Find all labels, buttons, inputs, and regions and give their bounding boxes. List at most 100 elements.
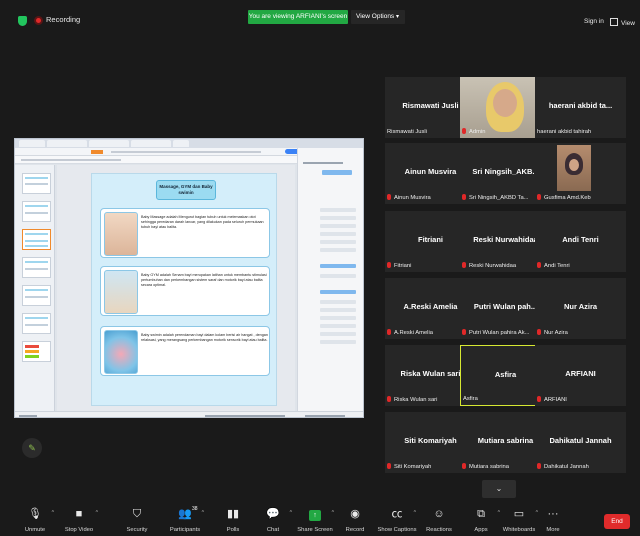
gallery-next-page-button[interactable]: ⌄ (482, 480, 516, 498)
panel-control (320, 332, 356, 336)
microphone-muted-icon (387, 396, 391, 402)
panel-control (320, 216, 356, 220)
ppt-slide-canvas: Massage, GYM dan Baby swimin Baby Massag… (57, 165, 295, 411)
floating-pencil-icon[interactable]: ✎ (22, 438, 42, 458)
slide-card-text: Baby GYM adalah Senam bayi merupakan lat… (141, 273, 267, 288)
panel-control (320, 308, 356, 312)
security-button[interactable]: ⛉ Security (114, 502, 160, 536)
microphone-muted-icon (537, 329, 541, 335)
slide-thumbnail (22, 173, 51, 194)
chevron-down-icon: ▾ (395, 14, 399, 20)
slide-thumbnail (22, 257, 51, 278)
microphone-muted-icon (462, 128, 466, 134)
slide-card-baby-gym: Baby GYM adalah Senam bayi merupakan lat… (100, 266, 270, 316)
participant-footer: Dahikatul Jannah (537, 463, 624, 470)
participant-tile-video[interactable]: Gusfima Amd.Keb (535, 143, 626, 204)
participant-footer: haerani akbid tahirah (537, 129, 592, 135)
ppt-tab (47, 140, 87, 147)
participant-name: Andi Tenri (562, 235, 599, 244)
stop-video-button[interactable]: ■ ^ Stop Video (56, 502, 102, 536)
panel-fill-swatch (322, 170, 352, 175)
ppt-slide-thumbnails (15, 165, 55, 411)
captions-icon: ㏄ (391, 508, 403, 520)
person-face (569, 159, 579, 171)
baby-massage-image (104, 212, 138, 256)
person-face (493, 89, 517, 117)
view-button[interactable]: View (610, 18, 635, 27)
participant-tile[interactable]: Andi Tenri Andi Tenri (535, 211, 626, 272)
recording-label[interactable]: Recording (46, 15, 80, 24)
apps-icon: ⧉ (477, 508, 485, 520)
participant-name: ARFIANI (565, 369, 596, 378)
slide-card-text: Baby swimin adalah perendaman bayi dalam… (141, 333, 268, 343)
participant-tile[interactable]: haerani akbid ta... haerani akbid tahira… (535, 77, 626, 138)
slide-thumbnail (22, 201, 51, 222)
slide-card-baby-swimin: Baby swimin adalah perendaman bayi dalam… (100, 326, 270, 376)
video-camera-icon: ■ (75, 508, 83, 520)
end-meeting-button[interactable]: End (604, 514, 630, 529)
panel-control (320, 340, 356, 344)
panel-control (320, 300, 356, 304)
chevron-down-icon: ⌄ (495, 484, 503, 493)
status-slide-count (19, 415, 37, 417)
ppt-status-bar (15, 411, 363, 417)
recording-dot-icon (34, 16, 43, 25)
more-button[interactable]: ··· More (530, 502, 576, 536)
participants-button[interactable]: 👥 38 ^ Participants (162, 502, 208, 536)
whiteboard-icon: ▭ (513, 508, 525, 520)
view-options-button[interactable]: View Options ▾ (351, 10, 405, 24)
thumb-bar (25, 350, 39, 353)
encryption-shield-icon[interactable] (18, 16, 27, 26)
slide: Massage, GYM dan Baby swimin Baby Massag… (91, 173, 277, 406)
microphone-muted-icon (462, 262, 466, 268)
participant-footer: Andi Tenri (537, 262, 624, 269)
chevron-up-icon[interactable]: ^ (52, 510, 54, 516)
ppt-format-panel (297, 148, 363, 411)
shared-screen[interactable]: Massage, GYM dan Baby swimin Baby Massag… (14, 138, 364, 418)
microphone-muted-icon: 🎙 (28, 508, 42, 520)
slide-card-baby-massage: Baby Massage adalah Mengurut bagian tubu… (100, 208, 270, 258)
participant-tile[interactable]: Dahikatul Jannah Dahikatul Jannah (535, 412, 626, 473)
thumb-bar (25, 355, 39, 358)
participant-footer: Nur Azira (537, 329, 624, 336)
microphone-muted-icon (387, 329, 391, 335)
participant-tile[interactable]: ARFIANI ARFIANI (535, 345, 626, 406)
sign-in-button[interactable]: Sign in (584, 18, 604, 25)
panel-heading (303, 162, 343, 164)
ppt-tab (131, 140, 171, 147)
ppt-menu-items (111, 151, 261, 153)
microphone-muted-icon (537, 463, 541, 469)
participant-footer: ARFIANI (537, 396, 624, 403)
ppt-tab-strip (15, 139, 363, 148)
thumb-bar (25, 345, 39, 348)
baby-swimin-image (104, 330, 138, 374)
participant-tile[interactable]: Nur Azira Nur Azira (535, 278, 626, 339)
slide-thumbnail-active (22, 229, 51, 250)
panel-control (320, 232, 356, 236)
meeting-toolbar: 🎙 ^ Unmute ■ ^ Stop Video ⛉ Security 👥 3… (0, 502, 640, 536)
participant-name: Dahikatul Jannah (549, 436, 612, 445)
participant-name: Nur Azira (563, 302, 598, 311)
microphone-muted-icon (537, 194, 541, 200)
viewing-screen-banner: You are viewing ARFIANI's screen (248, 10, 348, 24)
participant-footer: Gusfima Amd.Keb (537, 194, 624, 201)
microphone-muted-icon (462, 463, 466, 469)
record-icon: ◉ (350, 508, 360, 520)
slide-thumbnail (22, 341, 51, 362)
zoom-meeting-window: Recording You are viewing ARFIANI's scre… (0, 0, 640, 536)
chevron-up-icon[interactable]: ^ (202, 510, 204, 516)
baby-gym-image (104, 270, 138, 314)
status-view-buttons (205, 415, 285, 417)
status-zoom (305, 415, 345, 417)
slide-thumbnail (22, 313, 51, 334)
share-screen-icon: ↑ (306, 507, 324, 521)
panel-color-bar (320, 290, 356, 294)
panel-control (320, 224, 356, 228)
ppt-tab (19, 140, 45, 147)
participant-name: haerani akbid ta... (548, 101, 613, 110)
chevron-up-icon[interactable]: ^ (96, 510, 98, 516)
more-icon: ··· (547, 508, 559, 520)
view-options-label: View Options (356, 13, 395, 20)
microphone-muted-icon (537, 262, 541, 268)
toolbar-label: Stop Video (64, 527, 94, 533)
